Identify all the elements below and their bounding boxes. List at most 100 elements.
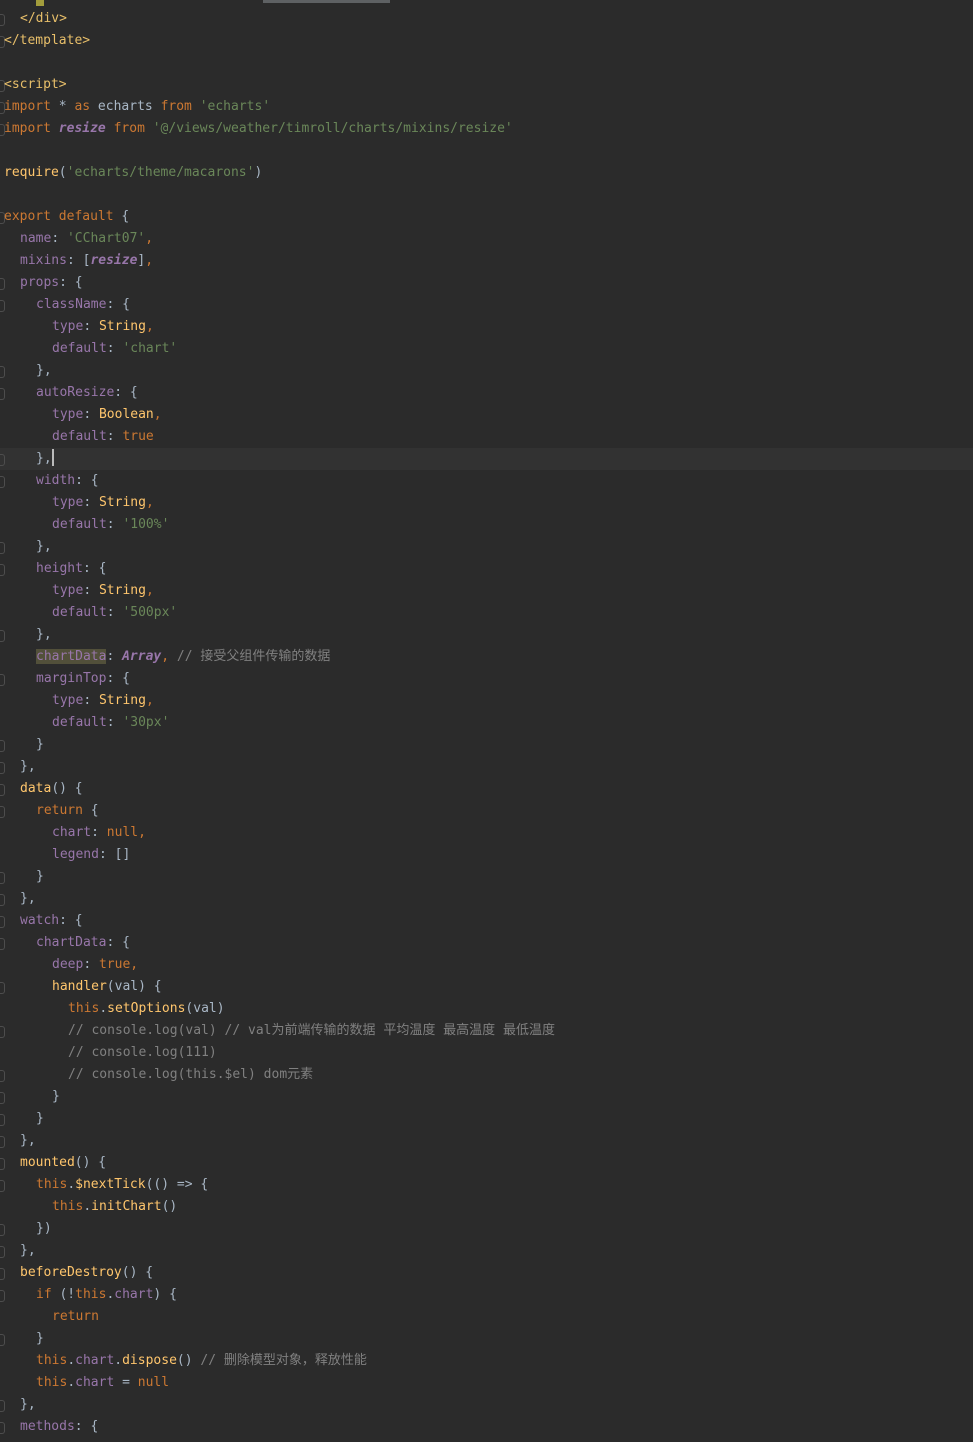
- fold-icon[interactable]: [0, 784, 5, 796]
- code-line[interactable]: <script>: [0, 74, 973, 96]
- code-line[interactable]: data() {: [0, 778, 973, 800]
- code-line[interactable]: height: {: [0, 558, 973, 580]
- fold-icon[interactable]: [0, 1158, 5, 1170]
- fold-icon[interactable]: [0, 454, 5, 466]
- fold-icon[interactable]: [0, 366, 5, 378]
- code-line[interactable]: return {: [0, 800, 973, 822]
- code-line[interactable]: default: 'chart': [0, 338, 973, 360]
- code-line[interactable]: }): [0, 1218, 973, 1240]
- code-line[interactable]: className: {: [0, 294, 973, 316]
- fold-icon[interactable]: [0, 388, 5, 400]
- code-line[interactable]: },: [0, 1130, 973, 1152]
- fold-icon[interactable]: [0, 1290, 5, 1302]
- code-line[interactable]: import * as echarts from 'echarts': [0, 96, 973, 118]
- fold-icon[interactable]: [0, 674, 5, 686]
- code-line-current[interactable]: },: [0, 448, 973, 470]
- fold-icon[interactable]: [0, 476, 5, 488]
- fold-icon[interactable]: [0, 1422, 5, 1434]
- code-text: ) {: [153, 1287, 177, 1302]
- code-line[interactable]: mixins: [resize],: [0, 250, 973, 272]
- code-line[interactable]: }: [0, 734, 973, 756]
- code-line[interactable]: },: [0, 1394, 973, 1416]
- code-line[interactable]: },: [0, 624, 973, 646]
- code-line[interactable]: if (!this.chart) {: [0, 1284, 973, 1306]
- fold-icon[interactable]: [0, 916, 5, 928]
- code-line[interactable]: default: '30px': [0, 712, 973, 734]
- fold-icon[interactable]: [0, 14, 5, 26]
- code-line[interactable]: deep: true,: [0, 954, 973, 976]
- fold-icon[interactable]: [0, 278, 5, 290]
- fold-icon[interactable]: [0, 894, 5, 906]
- code-line[interactable]: type: String,: [0, 580, 973, 602]
- code-line[interactable]: marginTop: {: [0, 668, 973, 690]
- code-line[interactable]: import resize from '@/views/weather/timr…: [0, 118, 973, 140]
- fold-icon[interactable]: [0, 630, 5, 642]
- code-line[interactable]: methods: {: [0, 1416, 973, 1438]
- code-line[interactable]: chartData: {: [0, 932, 973, 954]
- code-line[interactable]: default: '500px': [0, 602, 973, 624]
- fold-icon[interactable]: [0, 740, 5, 752]
- fold-icon[interactable]: [0, 872, 5, 884]
- fold-icon[interactable]: [0, 1180, 5, 1192]
- fold-icon[interactable]: [0, 564, 5, 576]
- code-line[interactable]: }: [0, 1108, 973, 1130]
- code-line[interactable]: this.$nextTick(() => {: [0, 1174, 973, 1196]
- code-line[interactable]: </div>: [0, 8, 973, 30]
- fold-icon[interactable]: [0, 1334, 5, 1346]
- code-line[interactable]: // console.log(this.$el) dom元素: [0, 1064, 973, 1086]
- code-line[interactable]: autoResize: {: [0, 382, 973, 404]
- code-line[interactable]: }: [0, 1328, 973, 1350]
- code-line[interactable]: chart: null,: [0, 822, 973, 844]
- fold-icon[interactable]: [0, 1136, 5, 1148]
- code-line[interactable]: beforeDestroy() {: [0, 1262, 973, 1284]
- fold-icon[interactable]: [0, 806, 5, 818]
- code-line[interactable]: },: [0, 1240, 973, 1262]
- code-editor[interactable]: </div> </template> <script> import * as …: [0, 0, 973, 1442]
- code-line[interactable]: this.chart.dispose() // 删除模型对象，释放性能: [0, 1350, 973, 1372]
- code-line[interactable]: type: Boolean,: [0, 404, 973, 426]
- code-line[interactable]: type: String,: [0, 690, 973, 712]
- code-line[interactable]: },: [0, 756, 973, 778]
- fold-icon[interactable]: [0, 982, 5, 994]
- fold-icon[interactable]: [0, 762, 5, 774]
- code-line[interactable]: type: String,: [0, 492, 973, 514]
- fold-icon[interactable]: [0, 1026, 5, 1038]
- fold-icon[interactable]: [0, 1114, 5, 1126]
- code-line[interactable]: chartData: Array, // 接受父组件传输的数据: [0, 646, 973, 668]
- fold-icon[interactable]: [0, 1268, 5, 1280]
- code-line[interactable]: }: [0, 1086, 973, 1108]
- code-line[interactable]: },: [0, 888, 973, 910]
- code-line[interactable]: legend: []: [0, 844, 973, 866]
- code-line[interactable]: watch: {: [0, 910, 973, 932]
- fold-icon[interactable]: [0, 1246, 5, 1258]
- scroll-indicator[interactable]: [263, 0, 390, 3]
- fold-icon[interactable]: [0, 1092, 5, 1104]
- fold-icon[interactable]: [0, 300, 5, 312]
- fold-icon[interactable]: [0, 1224, 5, 1236]
- code-line[interactable]: this.chart = null: [0, 1372, 973, 1394]
- code-line[interactable]: },: [0, 360, 973, 382]
- code-line[interactable]: require('echarts/theme/macarons'): [0, 162, 973, 184]
- fold-icon[interactable]: [0, 1070, 5, 1082]
- code-line[interactable]: this.setOptions(val): [0, 998, 973, 1020]
- fold-icon[interactable]: [0, 542, 5, 554]
- code-line[interactable]: mounted() {: [0, 1152, 973, 1174]
- code-line[interactable]: width: {: [0, 470, 973, 492]
- code-line[interactable]: type: String,: [0, 316, 973, 338]
- code-line[interactable]: default: true: [0, 426, 973, 448]
- code-line[interactable]: },: [0, 536, 973, 558]
- code-line[interactable]: </template>: [0, 30, 973, 52]
- fold-icon[interactable]: [0, 938, 5, 950]
- code-line[interactable]: // console.log(val) // val为前端传输的数据 平均温度 …: [0, 1020, 973, 1042]
- code-line[interactable]: return: [0, 1306, 973, 1328]
- code-line[interactable]: }: [0, 866, 973, 888]
- code-line[interactable]: handler(val) {: [0, 976, 973, 998]
- code-line[interactable]: // console.log(111): [0, 1042, 973, 1064]
- code-text: {: [82, 803, 99, 818]
- code-line[interactable]: name: 'CChart07',: [0, 228, 973, 250]
- code-line[interactable]: default: '100%': [0, 514, 973, 536]
- code-line[interactable]: this.initChart(): [0, 1196, 973, 1218]
- fold-icon[interactable]: [0, 1400, 5, 1412]
- code-line[interactable]: props: {: [0, 272, 973, 294]
- code-line[interactable]: export default {: [0, 206, 973, 228]
